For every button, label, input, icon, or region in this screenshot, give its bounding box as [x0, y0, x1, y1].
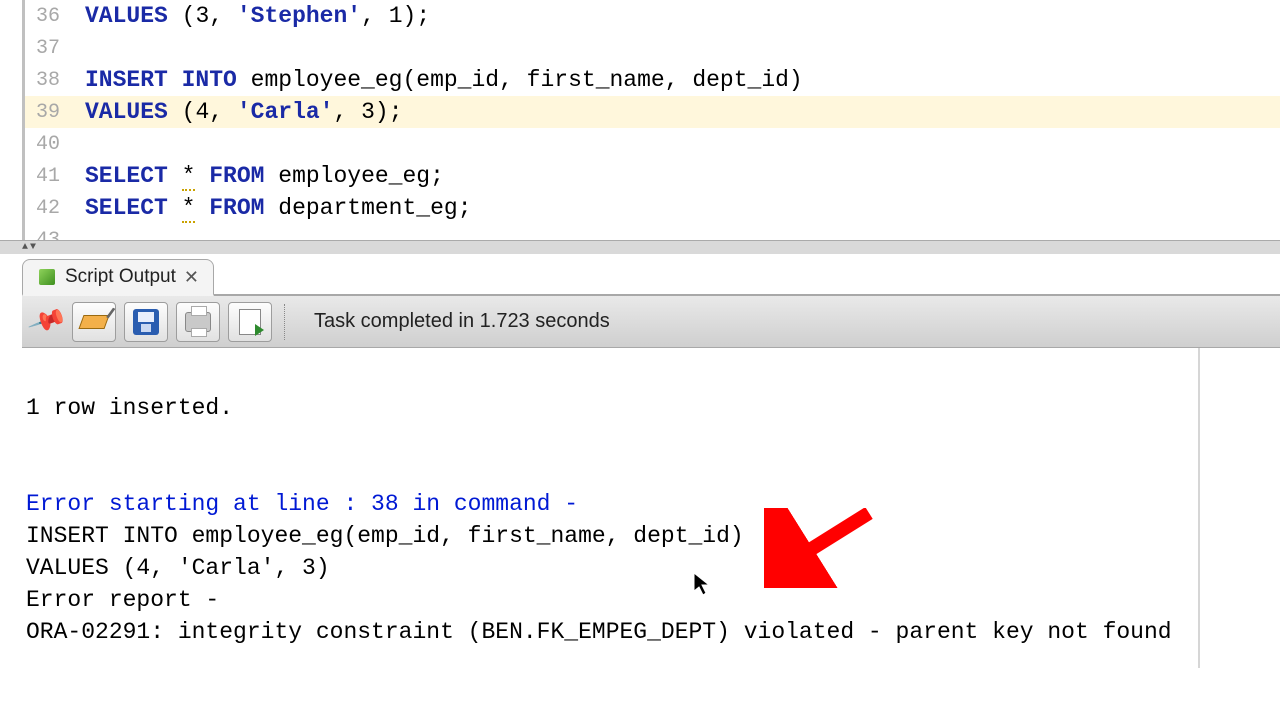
line-number: 43 — [25, 229, 85, 241]
code-line[interactable]: 42SELECT * FROM department_eg; — [25, 192, 1280, 224]
status-text: Task completed in 1.723 seconds — [314, 310, 610, 333]
collapse-up-icon: ▲ — [22, 242, 28, 253]
eraser-icon — [78, 315, 109, 329]
line-number: 39 — [25, 101, 85, 124]
pin-icon: 📌 — [26, 301, 68, 343]
error-report-line: Error report - — [26, 587, 219, 613]
error-ora-line: ORA-02291: integrity constraint (BEN.FK_… — [26, 619, 1172, 645]
save-icon — [133, 309, 159, 335]
script-output-icon — [37, 267, 57, 287]
line-number: 42 — [25, 197, 85, 220]
line-number: 41 — [25, 165, 85, 188]
sql-editor[interactable]: 36VALUES (3, 'Stephen', 1);3738INSERT IN… — [22, 0, 1280, 240]
error-sql-line: VALUES (4, 'Carla', 3) — [26, 555, 330, 581]
code-text: INSERT INTO employee_eg(emp_id, first_na… — [85, 67, 1280, 93]
line-number: 36 — [25, 5, 85, 28]
code-line[interactable]: 36VALUES (3, 'Stephen', 1); — [25, 0, 1280, 32]
close-icon[interactable]: ✕ — [184, 267, 199, 288]
output-toolbar: 📌 Task completed in 1.723 seconds — [22, 296, 1280, 348]
collapse-down-icon: ▼ — [30, 242, 36, 253]
tab-script-output[interactable]: Script Output ✕ — [22, 259, 214, 296]
code-line[interactable]: 41SELECT * FROM employee_eg; — [25, 160, 1280, 192]
line-number: 40 — [25, 133, 85, 156]
code-line[interactable]: 43 — [25, 224, 1280, 240]
toolbar-separator — [284, 304, 290, 340]
clear-button[interactable] — [72, 302, 116, 342]
code-text: VALUES (3, 'Stephen', 1); — [85, 3, 1280, 29]
script-output-pane[interactable]: 1 row inserted. Error starting at line :… — [22, 348, 1200, 668]
splitter-handle[interactable]: ▲ ▼ — [0, 240, 1280, 254]
code-text: SELECT * FROM department_eg; — [85, 195, 1280, 221]
save-output-button[interactable] — [124, 302, 168, 342]
line-number: 37 — [25, 37, 85, 60]
output-line: 1 row inserted. — [26, 395, 233, 421]
error-header: Error starting at line : 38 in command - — [26, 491, 578, 517]
line-number: 38 — [25, 69, 85, 92]
code-line[interactable]: 40 — [25, 128, 1280, 160]
tab-label: Script Output — [65, 266, 176, 288]
print-output-button[interactable] — [176, 302, 220, 342]
code-text: VALUES (4, 'Carla', 3); — [85, 99, 1280, 125]
pin-button[interactable]: 📌 — [30, 302, 64, 342]
annotation-arrow-icon — [764, 508, 884, 588]
run-script-button[interactable] — [228, 302, 272, 342]
print-icon — [185, 312, 211, 332]
code-line[interactable]: 37 — [25, 32, 1280, 64]
code-text: SELECT * FROM employee_eg; — [85, 163, 1280, 189]
code-line[interactable]: 38INSERT INTO employee_eg(emp_id, first_… — [25, 64, 1280, 96]
code-line[interactable]: 39VALUES (4, 'Carla', 3); — [25, 96, 1280, 128]
run-icon — [239, 309, 261, 335]
output-tabbar: Script Output ✕ — [22, 254, 1280, 296]
mouse-cursor-icon — [634, 539, 712, 640]
